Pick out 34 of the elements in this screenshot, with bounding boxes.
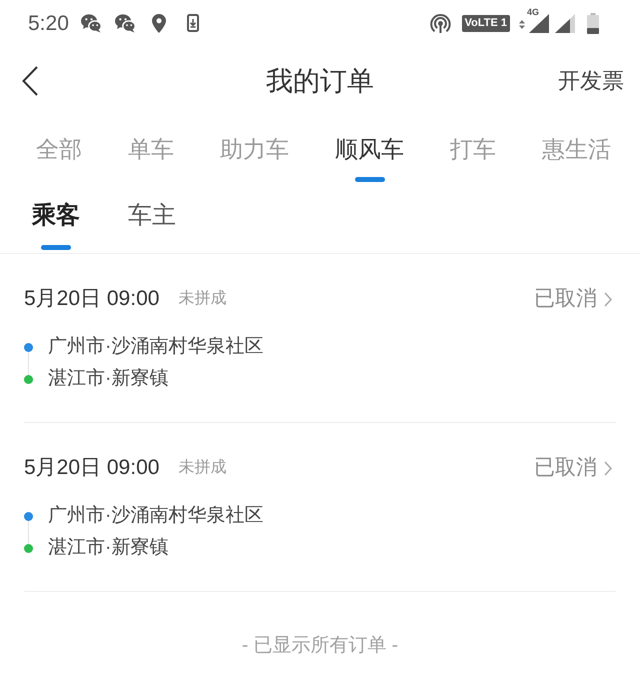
back-button[interactable] <box>20 64 40 98</box>
hotspot-icon <box>430 12 451 34</box>
network-badge: VoLTE 1 <box>462 14 510 32</box>
invoice-link[interactable]: 开发票 <box>558 70 624 92</box>
status-time: 5:20 <box>28 12 69 34</box>
tab[interactable]: 乘客 <box>32 201 80 250</box>
order-status: 已取消 <box>534 455 597 482</box>
network-type: 4G <box>527 8 540 16</box>
match-status: 未拼成 <box>178 288 226 309</box>
data-arrows-icon <box>519 20 525 28</box>
battery-icon <box>587 12 599 34</box>
match-status: 未拼成 <box>178 458 226 478</box>
tab[interactable]: 顺风车 <box>335 134 404 182</box>
order-status: 已取消 <box>534 286 597 312</box>
stop-address: 湛江市·新寮镇 <box>48 536 168 560</box>
order-datetime: 5月20日 09:00 <box>24 455 160 482</box>
end-of-list-note: - 已显示所有订单 - <box>242 634 398 658</box>
download-phone-icon <box>186 14 199 32</box>
stop-address: 湛江市·新寮镇 <box>48 366 168 391</box>
tab[interactable]: 车主 <box>128 201 176 250</box>
signal-icon <box>529 14 549 32</box>
chat-bubbles-icon <box>80 14 102 32</box>
chat-bubbles-icon <box>114 14 136 32</box>
order-card[interactable]: 5月20日 09:00 未拼成 已取消 广州市·沙涌南村华泉社区 湛江市·新寮镇 <box>24 254 616 423</box>
order-datetime: 5月20日 09:00 <box>24 286 160 312</box>
signal-icon <box>555 14 575 32</box>
stop-address: 广州市·沙涌南村华泉社区 <box>48 504 264 528</box>
location-pin-icon <box>152 14 166 32</box>
order-card[interactable]: 5月20日 09:00 未拼成 已取消 广州市·沙涌南村华泉社区 湛江市·新寮镇 <box>24 423 616 592</box>
stop-address: 广州市·沙涌南村华泉社区 <box>48 334 264 359</box>
page-title: 我的订单 <box>266 68 374 94</box>
chevron-right-icon <box>604 460 612 476</box>
back-chevron-icon <box>22 66 38 96</box>
chevron-right-icon <box>604 292 612 306</box>
